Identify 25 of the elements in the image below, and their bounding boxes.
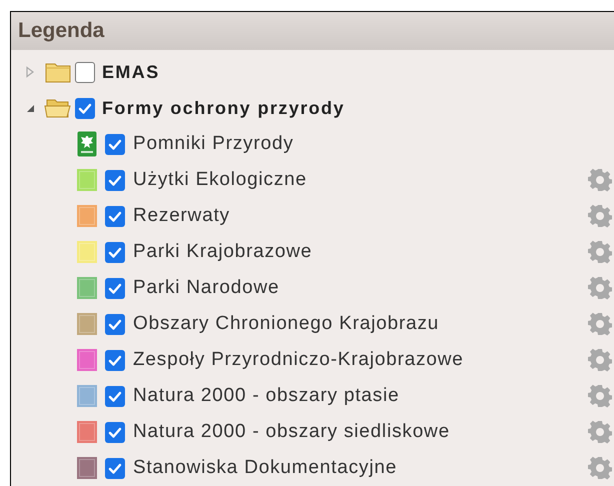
checkbox[interactable] (105, 350, 125, 370)
checkbox[interactable] (105, 206, 125, 226)
layer-label[interactable]: Zespoły Przyrodniczo-Krajobrazowe (133, 346, 464, 374)
checkbox[interactable] (105, 134, 125, 154)
layer-label[interactable]: Parki Narodowe (133, 274, 280, 302)
checkbox[interactable] (105, 242, 125, 262)
panel-title: Legenda (18, 18, 104, 44)
checkbox[interactable] (105, 314, 125, 334)
checkbox[interactable] (75, 62, 95, 82)
layer-label[interactable]: Parki Krajobrazowe (133, 238, 312, 266)
checkbox[interactable] (105, 386, 125, 406)
layer-label[interactable]: Obszary Chronionego Krajobrazu (133, 310, 439, 338)
checkbox[interactable] (75, 98, 95, 118)
layer-label[interactable]: Natura 2000 - obszary ptasie (133, 382, 400, 410)
layer-label[interactable]: Stanowiska Dokumentacyjne (133, 454, 397, 482)
checkbox[interactable] (105, 278, 125, 298)
layer-label[interactable]: Natura 2000 - obszary siedliskowe (133, 418, 450, 446)
checkbox[interactable] (105, 458, 125, 478)
checkbox[interactable] (105, 170, 125, 190)
layer-label[interactable]: Użytki Ekologiczne (133, 166, 307, 194)
layer-group-label[interactable]: Formy ochrony przyrody (102, 94, 345, 122)
layer-group-label[interactable]: EMAS (102, 58, 160, 86)
layer-label[interactable]: Pomniki Przyrody (133, 130, 294, 158)
checkbox[interactable] (105, 422, 125, 442)
layer-label[interactable]: Rezerwaty (133, 202, 230, 230)
